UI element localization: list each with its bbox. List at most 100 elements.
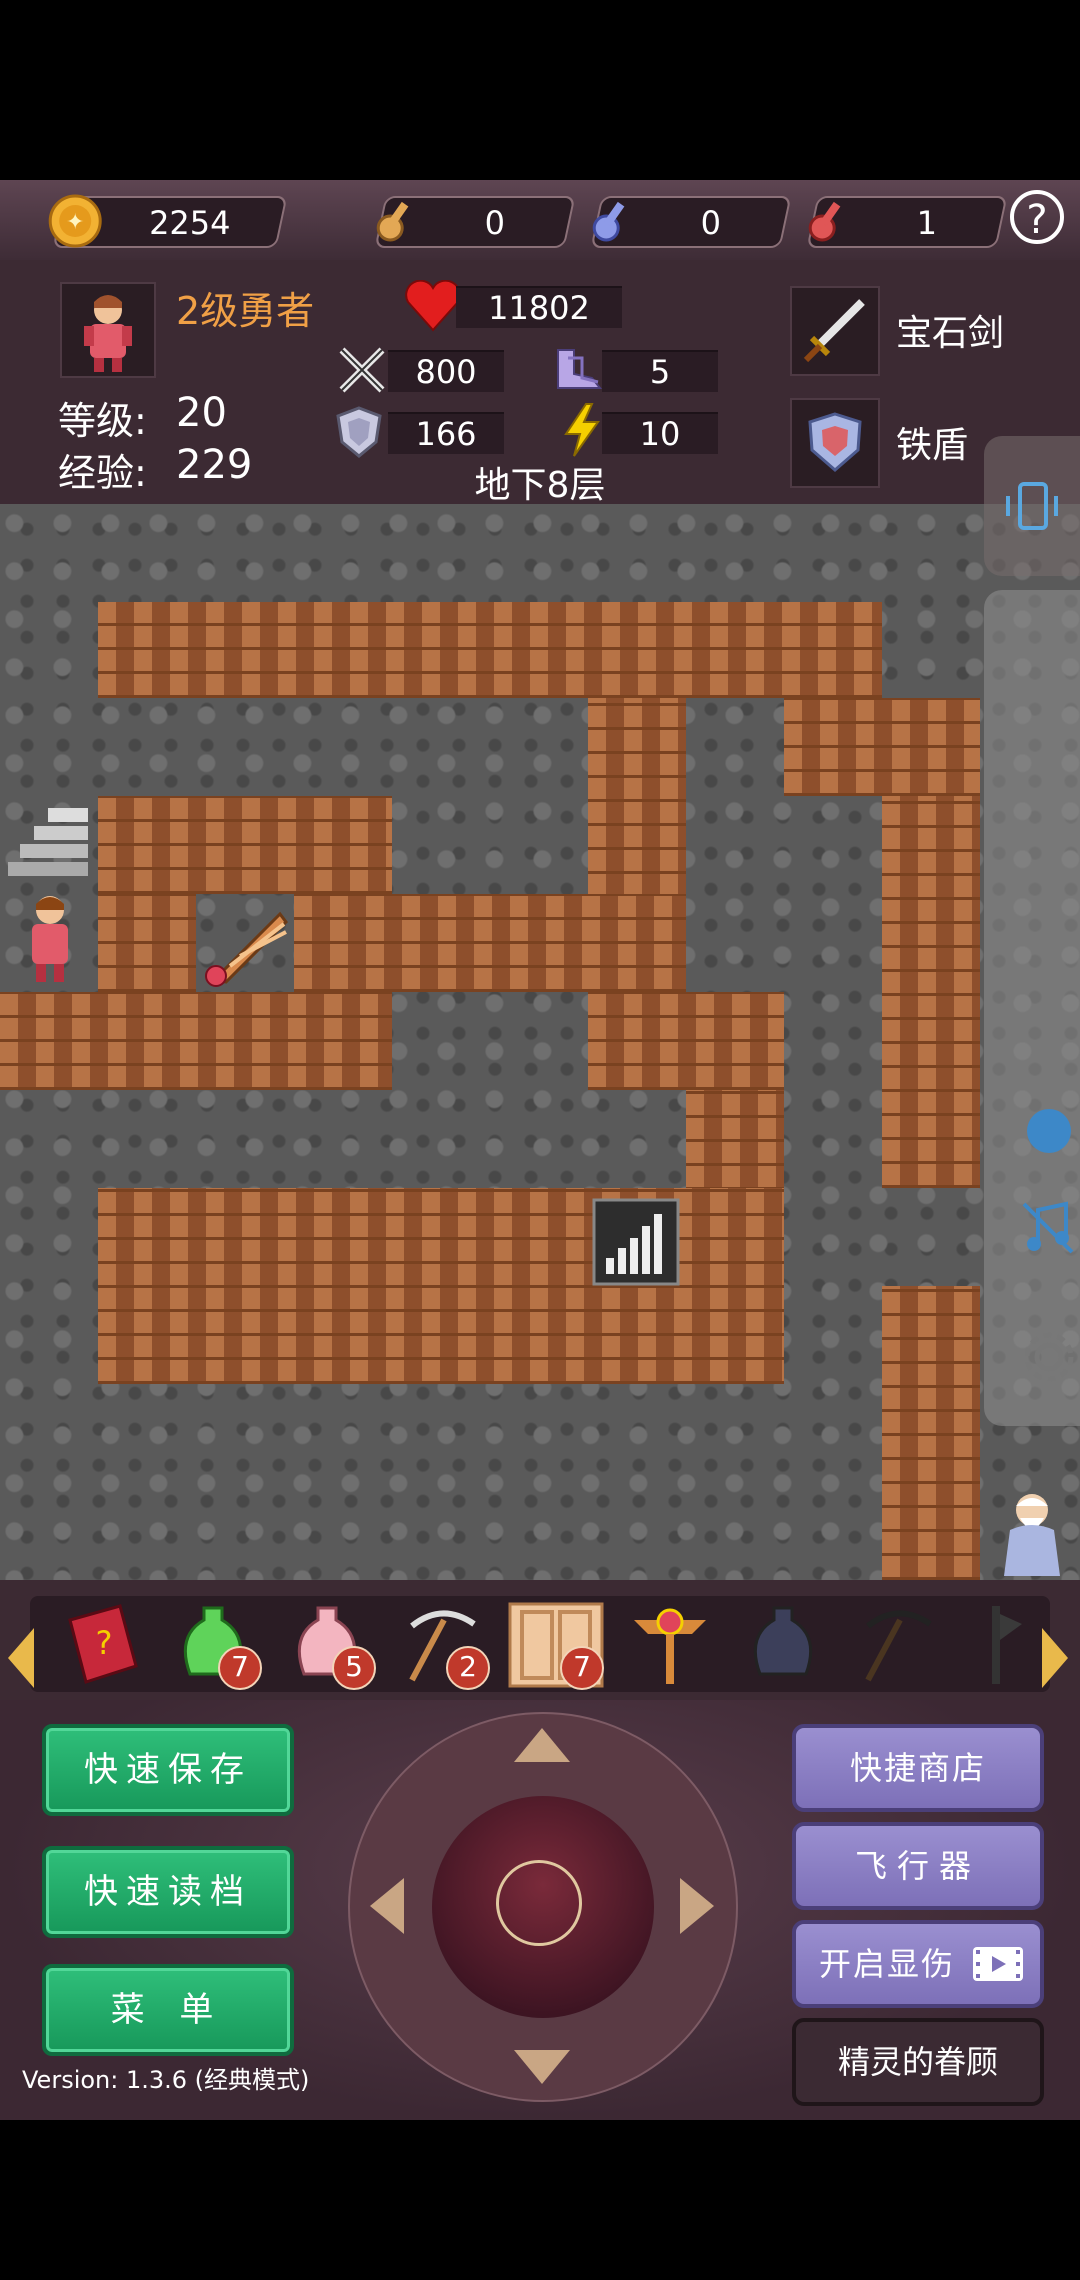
- hero-avatar-icon: [84, 295, 132, 372]
- item-count-badge: 2: [446, 1646, 490, 1690]
- blue-key-value: 0: [700, 204, 721, 242]
- show-damage-label: 开启显伤: [818, 1945, 955, 1983]
- joystick-knob[interactable]: [432, 1796, 654, 2018]
- level-value: 20: [176, 390, 227, 436]
- shield-slot: [790, 398, 880, 488]
- music-off-icon[interactable]: [1020, 1200, 1076, 1256]
- stairs-up-icon[interactable]: [4, 804, 92, 888]
- globe-icon[interactable]: [1024, 1106, 1074, 1156]
- quick-load-button[interactable]: 快速读档: [42, 1846, 294, 1938]
- dpad-right-icon[interactable]: [680, 1878, 714, 1934]
- dark-pickaxe-icon: [865, 1610, 932, 1682]
- item-door-scroll[interactable]: 7: [506, 1600, 606, 1690]
- red-key-counter: 1: [806, 196, 1008, 248]
- vibrate-icon[interactable]: [1002, 478, 1062, 534]
- attack-swords-icon: [339, 347, 385, 393]
- red-key-value: 1: [916, 204, 937, 242]
- item-count-badge: 7: [218, 1646, 262, 1690]
- item-golden-wand[interactable]: [620, 1600, 720, 1688]
- agility-value: 5: [602, 350, 718, 392]
- dpad-up-icon[interactable]: [514, 1728, 570, 1762]
- heart-icon: [405, 280, 461, 332]
- attack-value: 800: [388, 350, 504, 392]
- old-man-npc-icon[interactable]: [984, 1484, 1080, 1580]
- floor-tile: [294, 894, 686, 992]
- blue-key-counter: 0: [590, 196, 792, 248]
- dpad-down-icon[interactable]: [514, 2050, 570, 2084]
- dpad[interactable]: [348, 1712, 738, 2102]
- floor-tile: [784, 698, 980, 796]
- gold-coin-icon: ✦: [48, 194, 102, 248]
- item-pink-potion[interactable]: 5: [278, 1600, 378, 1690]
- item-pickaxe[interactable]: 2: [392, 1600, 492, 1690]
- quick-shop-button[interactable]: 快捷商店: [792, 1724, 1044, 1812]
- yellow-key-icon: [376, 201, 409, 242]
- floor-label: 地下8层: [474, 465, 606, 506]
- floor-tile: [882, 796, 980, 1188]
- magic-value: 10: [602, 412, 718, 454]
- hero-portrait: [60, 282, 156, 378]
- fairy-favor-button[interactable]: 精灵的眷顾: [792, 2018, 1044, 2106]
- game-map[interactable]: [0, 504, 1080, 1580]
- floor-tile: [588, 992, 784, 1090]
- exp-value: 229: [176, 442, 253, 488]
- dark-vase-icon: [753, 1606, 813, 1676]
- floor-tile: [98, 796, 392, 894]
- hp-value: 11802: [456, 286, 622, 328]
- gear-icon[interactable]: [1022, 1330, 1076, 1384]
- defense-value: 166: [388, 412, 504, 454]
- defense-shield-icon: [336, 406, 382, 458]
- blue-key-icon: [592, 201, 625, 242]
- wing-item-icon[interactable]: [200, 900, 292, 990]
- item-green-potion[interactable]: 7: [164, 1600, 264, 1690]
- shield-name: 铁盾: [896, 425, 969, 466]
- yellow-key-counter: 0: [374, 196, 576, 248]
- floor-tile: [98, 602, 882, 698]
- monster-book-icon: ?: [68, 1604, 138, 1684]
- hero-title: 2级勇者: [176, 289, 315, 333]
- gold-counter: ✦ 2254: [48, 194, 288, 248]
- item-scroll-left-icon[interactable]: [8, 1628, 34, 1688]
- menu-button[interactable]: 菜 单: [42, 1964, 294, 2056]
- floor-tile: [882, 1286, 980, 1580]
- golden-wand-icon: [634, 1608, 706, 1684]
- resource-bar: ✦ 2254 0 0 1: [0, 180, 1080, 260]
- boots-icon: [557, 349, 603, 389]
- red-key-icon: [808, 201, 841, 242]
- gold-value: 2254: [149, 204, 231, 242]
- lightning-icon: [564, 403, 600, 457]
- weapon-name: 宝石剑: [896, 313, 1005, 354]
- flyer-button[interactable]: 飞行器: [792, 1822, 1044, 1910]
- item-dark-pickaxe[interactable]: [848, 1600, 948, 1688]
- help-button[interactable]: ?: [1010, 190, 1064, 244]
- quick-save-button[interactable]: 快速保存: [42, 1724, 294, 1816]
- yellow-key-value: 0: [484, 204, 505, 242]
- version-label: Version: 1.3.6 (经典模式): [22, 2066, 310, 2094]
- hero-sprite-icon: [32, 896, 68, 982]
- show-damage-button[interactable]: 开启显伤: [792, 1920, 1044, 2008]
- item-monster-book[interactable]: ?: [50, 1600, 150, 1688]
- side-tool-panel[interactable]: [984, 436, 1080, 576]
- svg-text:?: ?: [96, 1624, 113, 1662]
- floor-tile: [98, 894, 196, 992]
- level-label: 等级:: [58, 399, 147, 443]
- exp-label: 经验:: [58, 451, 147, 495]
- side-settings-panel: [984, 590, 1080, 1426]
- item-count-badge: 5: [332, 1646, 376, 1690]
- dpad-left-icon[interactable]: [370, 1878, 404, 1934]
- item-count-badge: 7: [560, 1646, 604, 1690]
- floor-tile: [0, 992, 392, 1090]
- stairs-down-icon[interactable]: [592, 1198, 680, 1286]
- iron-shield-icon: [808, 412, 862, 472]
- item-scroll-right-icon[interactable]: [1042, 1628, 1068, 1688]
- item-strip: ? 7 5 2 7: [30, 1596, 1050, 1692]
- floor-tile: [98, 1188, 784, 1384]
- item-dark-axe[interactable]: [962, 1600, 1032, 1688]
- svg-text:✦: ✦: [66, 210, 84, 235]
- video-ad-icon: [973, 1947, 1023, 1981]
- sword-icon: [803, 299, 865, 363]
- item-dark-vase[interactable]: [734, 1600, 834, 1688]
- dark-axe-icon: [992, 1606, 1022, 1684]
- item-bar: ? 7 5 2 7: [0, 1580, 1080, 1700]
- joystick-center[interactable]: [496, 1860, 582, 1946]
